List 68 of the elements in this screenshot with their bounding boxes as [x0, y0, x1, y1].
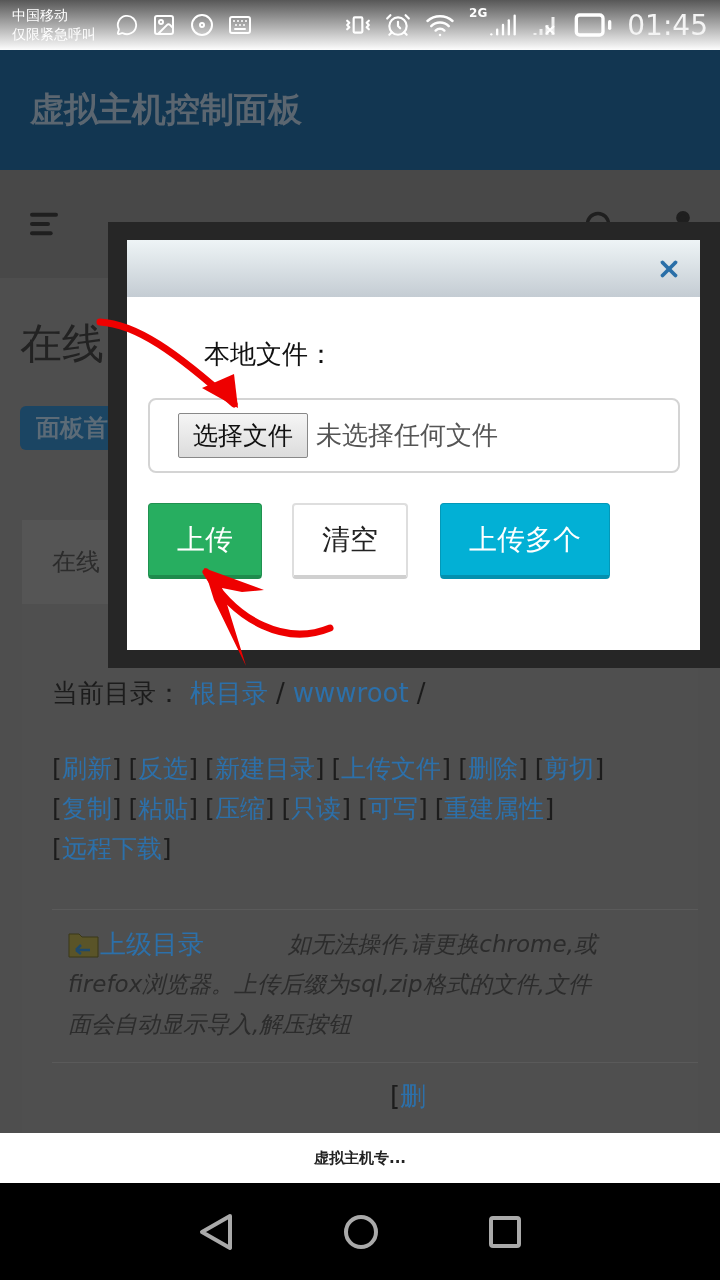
app-title: 虚拟主机控制面板	[30, 88, 302, 131]
path-link[interactable]: wwwroot	[292, 678, 409, 708]
bracket: [	[434, 794, 445, 823]
action-link[interactable]: 压缩	[214, 794, 265, 823]
action-link[interactable]: 可写	[367, 794, 418, 823]
bracket: ]	[341, 794, 352, 823]
bracket: ]	[417, 794, 428, 823]
network-note: 仅限紧急呼叫	[12, 25, 96, 44]
action-link[interactable]: 新建目录	[214, 754, 315, 783]
dialog-button[interactable]: 上传	[148, 503, 262, 579]
action-link[interactable]: 上传文件	[341, 754, 442, 783]
bracket: ]	[264, 794, 275, 823]
bracket: ]	[188, 754, 199, 783]
clock-time: 01:45	[627, 8, 708, 42]
bracket: ]	[544, 794, 555, 823]
bracket: [	[52, 794, 62, 823]
action-link[interactable]: 重建属性	[444, 794, 545, 823]
bracket: [	[52, 754, 62, 783]
bracket: [	[534, 754, 545, 783]
bracket: [	[52, 834, 62, 863]
action-link[interactable]: 反选	[138, 754, 189, 783]
path-link[interactable]: 根目录	[190, 676, 268, 711]
page-title-bar: 虚拟主机专...	[0, 1133, 720, 1183]
action-link[interactable]: 远程下载	[61, 834, 162, 863]
bracket: [	[281, 794, 292, 823]
action-link[interactable]: 删	[400, 1081, 427, 1111]
folder-up-icon	[68, 930, 100, 958]
back-icon[interactable]	[199, 1212, 233, 1251]
chat-icon	[116, 14, 138, 36]
bracket: [	[458, 754, 468, 783]
bracket: [	[205, 794, 215, 823]
file-status: 未选择任何文件	[316, 419, 498, 452]
choose-file-button[interactable]: 选择文件	[178, 413, 308, 458]
parent-directory-link[interactable]: 上级目录	[100, 924, 204, 964]
dialog-button[interactable]: 上传多个	[440, 503, 610, 579]
path-separator: /	[276, 678, 285, 708]
bracket: ]	[594, 754, 605, 783]
dialog-button[interactable]: 清空	[292, 503, 408, 579]
recents-icon[interactable]	[489, 1215, 521, 1248]
network-type: 2G	[469, 6, 488, 20]
carrier-name: 中国移动	[12, 6, 69, 25]
bracket: [	[358, 794, 368, 823]
home-icon[interactable]	[343, 1213, 379, 1250]
action-link[interactable]: 粘贴	[138, 794, 189, 823]
bracket: ]	[441, 754, 452, 783]
bracket: ]	[188, 794, 199, 823]
bracket: ]	[517, 754, 528, 783]
bracket: ]	[314, 754, 325, 783]
action-link[interactable]: 删除	[467, 754, 518, 783]
bracket: ]	[161, 834, 172, 863]
action-link[interactable]: 刷新	[61, 754, 112, 783]
bracket: [	[205, 754, 215, 783]
bracket: [	[128, 754, 139, 783]
bracket: ]	[111, 754, 122, 783]
field-label: 本地文件：	[204, 338, 334, 371]
image-icon	[152, 13, 176, 37]
keyboard-icon	[228, 13, 252, 37]
bracket: [	[390, 1081, 401, 1111]
alarm-icon	[385, 12, 412, 38]
disc-icon	[190, 13, 214, 37]
path-separator: /	[416, 678, 426, 708]
action-link[interactable]: 剪切	[544, 754, 595, 783]
action-link[interactable]: 复制	[61, 794, 112, 823]
bracket: [	[331, 754, 342, 783]
action-link[interactable]: 只读	[291, 794, 342, 823]
bracket: ]	[111, 794, 122, 823]
bracket: [	[128, 794, 139, 823]
file-input-field[interactable]: 选择文件 未选择任何文件	[148, 398, 680, 473]
